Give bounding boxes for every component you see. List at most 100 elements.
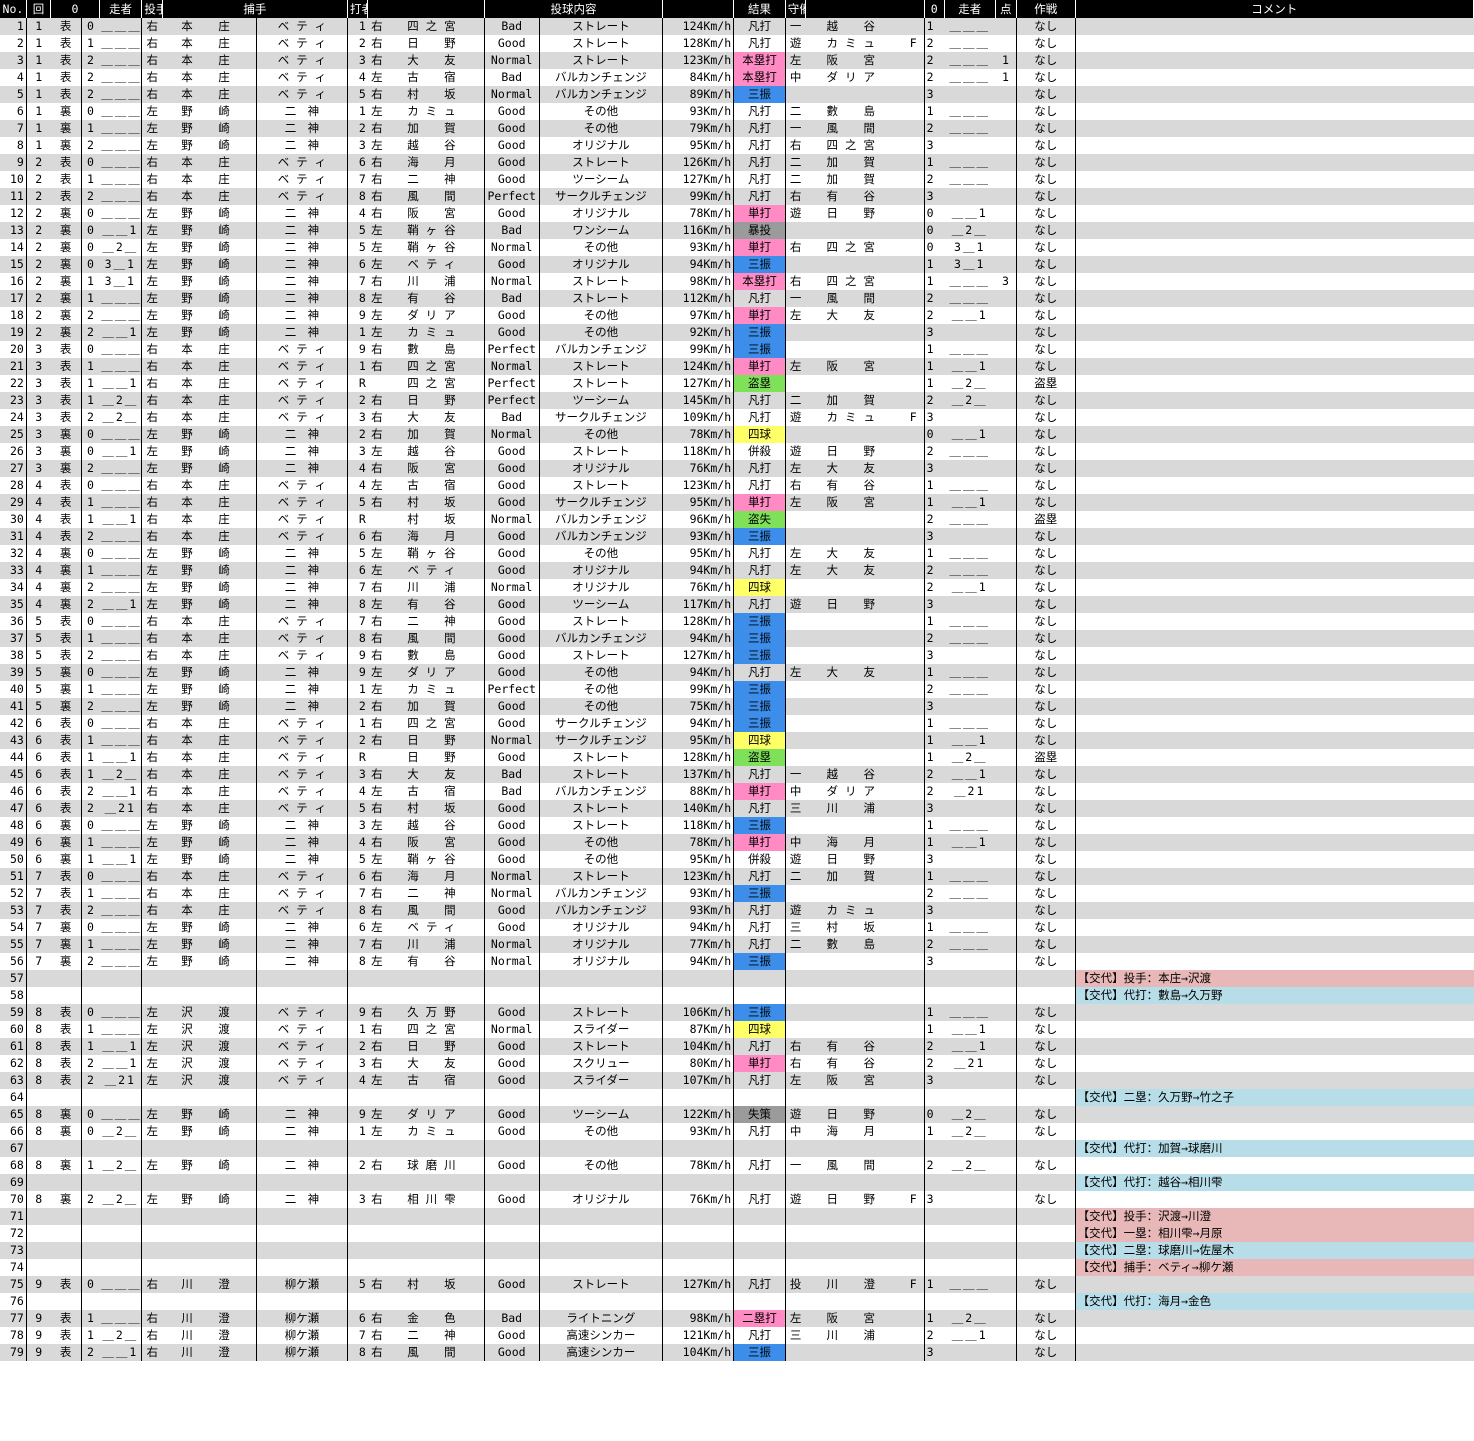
fielder-pos-cell: 三 xyxy=(785,919,806,936)
result-cell: 凡打 xyxy=(733,1038,786,1055)
row-number-cell: 41 xyxy=(0,698,27,715)
batter-cell: 川 浦 xyxy=(386,273,485,290)
pitcher-hand-cell xyxy=(141,970,163,987)
runs-cell xyxy=(995,1055,1017,1072)
fielder-cell xyxy=(805,324,903,341)
batting-order-cell xyxy=(347,1140,368,1157)
pitch-type-cell: その他 xyxy=(539,1157,664,1174)
pitcher-cell: 本 庄 xyxy=(162,409,257,426)
table-row: 43 6 表 1 ＿＿＿ 右本 庄ベ テ ィ2右日 野 Normal サークルチェンジ 95Km… xyxy=(0,732,1474,749)
batter-cell: 四之宮 xyxy=(386,358,485,375)
batter-hand-cell: 右 xyxy=(367,1055,387,1072)
batting-order-cell: 3 xyxy=(347,409,368,426)
batter-cell: 久万野 xyxy=(386,1004,485,1021)
outs-cell: 0 xyxy=(81,103,100,120)
pitch-type-cell: サークルチェンジ xyxy=(539,494,664,511)
row-number-cell: 48 xyxy=(0,817,27,834)
catcher-cell: ベ テ ィ xyxy=(256,1021,349,1038)
batter-cell: カミュ xyxy=(386,103,485,120)
inning-cell: 7 xyxy=(26,919,51,936)
pitch-type-cell: ツーシーム xyxy=(539,171,664,188)
catcher-cell: 二 神 xyxy=(256,1191,349,1208)
pitcher-hand-cell: 左 xyxy=(141,1004,163,1021)
outs-after-cell: 2 xyxy=(924,392,945,409)
foul-flag-cell xyxy=(902,1140,925,1157)
outs-cell: 0 xyxy=(81,545,100,562)
pitcher-hand-cell: 右 xyxy=(141,494,163,511)
catcher-cell: 柳ケ瀬 xyxy=(256,1327,349,1344)
column-header: 投手 xyxy=(141,0,163,18)
outs-cell: 0 xyxy=(81,18,100,35)
inning-cell: 1 xyxy=(26,18,51,35)
runs-cell xyxy=(995,1021,1017,1038)
batter-hand-cell: 右 xyxy=(367,52,387,69)
pitcher-cell: 本 庄 xyxy=(162,715,257,732)
comment-cell: 【交代】投手：本庄→沢渡 xyxy=(1075,970,1474,987)
result-cell: 凡打 xyxy=(733,766,786,783)
row-number-cell: 21 xyxy=(0,358,27,375)
inning-cell: 1 xyxy=(26,120,51,137)
batter-cell: 大 友 xyxy=(386,766,485,783)
batting-order-cell: 3 xyxy=(347,1191,368,1208)
strategy-cell: 盗塁 xyxy=(1016,749,1076,766)
outs-after-cell: 2 xyxy=(924,936,945,953)
pitcher-cell: 本 庄 xyxy=(162,358,257,375)
outs-after-cell: 2 xyxy=(924,35,945,52)
comment-cell xyxy=(1075,953,1474,970)
batter-cell: 有 谷 xyxy=(386,290,485,307)
batter-cell: ダリア xyxy=(386,664,485,681)
pitch-quality-cell: Bad xyxy=(484,222,540,239)
runners-after-cell xyxy=(944,1225,996,1242)
strategy-cell: 盗塁 xyxy=(1016,511,1076,528)
pitcher-hand-cell: 右 xyxy=(141,86,163,103)
row-number-cell: 74 xyxy=(0,1259,27,1276)
batter-cell: 球磨川 xyxy=(386,1157,485,1174)
inning-cell: 3 xyxy=(26,358,51,375)
inning-cell xyxy=(26,1259,51,1276)
result-cell: 三振 xyxy=(733,86,786,103)
foul-flag-cell xyxy=(902,273,925,290)
result-cell: 単打 xyxy=(733,1055,786,1072)
result-cell: 凡打 xyxy=(733,154,786,171)
comment-cell xyxy=(1075,579,1474,596)
half-cell xyxy=(50,1089,82,1106)
runners-before-cell: ＿＿＿ xyxy=(99,715,143,732)
inning-cell: 6 xyxy=(26,732,51,749)
result-cell: 四球 xyxy=(733,579,786,596)
pitch-type-cell: バルカンチェンジ xyxy=(539,783,664,800)
runners-after-cell: ＿2＿ xyxy=(944,1310,996,1327)
comment-cell xyxy=(1075,766,1474,783)
outs-after-cell: 3 xyxy=(924,596,945,613)
table-row: 44 6 表 1 ＿＿1 右本 庄ベ テ ィR日 野 Good ストレート 128Km/h 盗塁 1… xyxy=(0,749,1474,766)
strategy-cell: なし xyxy=(1016,868,1076,885)
runs-cell xyxy=(995,953,1017,970)
fielder-cell: 大 友 xyxy=(805,460,903,477)
pitch-speed-cell: 76Km/h xyxy=(662,579,735,596)
strategy-cell: なし xyxy=(1016,52,1076,69)
runners-after-cell: ＿2＿ xyxy=(944,1157,996,1174)
half-cell: 表 xyxy=(50,868,82,885)
batter-hand-cell: 右 xyxy=(367,613,387,630)
batter-cell: 大 友 xyxy=(386,52,485,69)
row-number-cell: 73 xyxy=(0,1242,27,1259)
row-number-cell: 11 xyxy=(0,188,27,205)
fielder-pos-cell xyxy=(785,86,806,103)
row-number-cell: 12 xyxy=(0,205,27,222)
batting-order-cell: 7 xyxy=(347,273,368,290)
half-cell: 表 xyxy=(50,1072,82,1089)
inning-cell: 9 xyxy=(26,1276,51,1293)
row-number-cell: 15 xyxy=(0,256,27,273)
fielder-cell xyxy=(805,1089,903,1106)
strategy-cell: なし xyxy=(1016,817,1076,834)
column-header: 点 xyxy=(995,0,1017,18)
outs-cell: 1 xyxy=(81,392,100,409)
table-row: 27 3 裏 2 ＿＿＿ 左野 崎二 神4右阪 宮 Good オリジナル 76Km/h 凡打左大 … xyxy=(0,460,1474,477)
pitch-speed-cell xyxy=(662,1174,735,1191)
comment-cell xyxy=(1075,698,1474,715)
outs-cell: 0 xyxy=(81,154,100,171)
runners-after-cell: ＿＿1 xyxy=(944,494,996,511)
pitcher-hand-cell: 左 xyxy=(141,239,163,256)
foul-flag-cell xyxy=(902,834,925,851)
pitcher-hand-cell: 右 xyxy=(141,613,163,630)
inning-cell: 3 xyxy=(26,375,51,392)
